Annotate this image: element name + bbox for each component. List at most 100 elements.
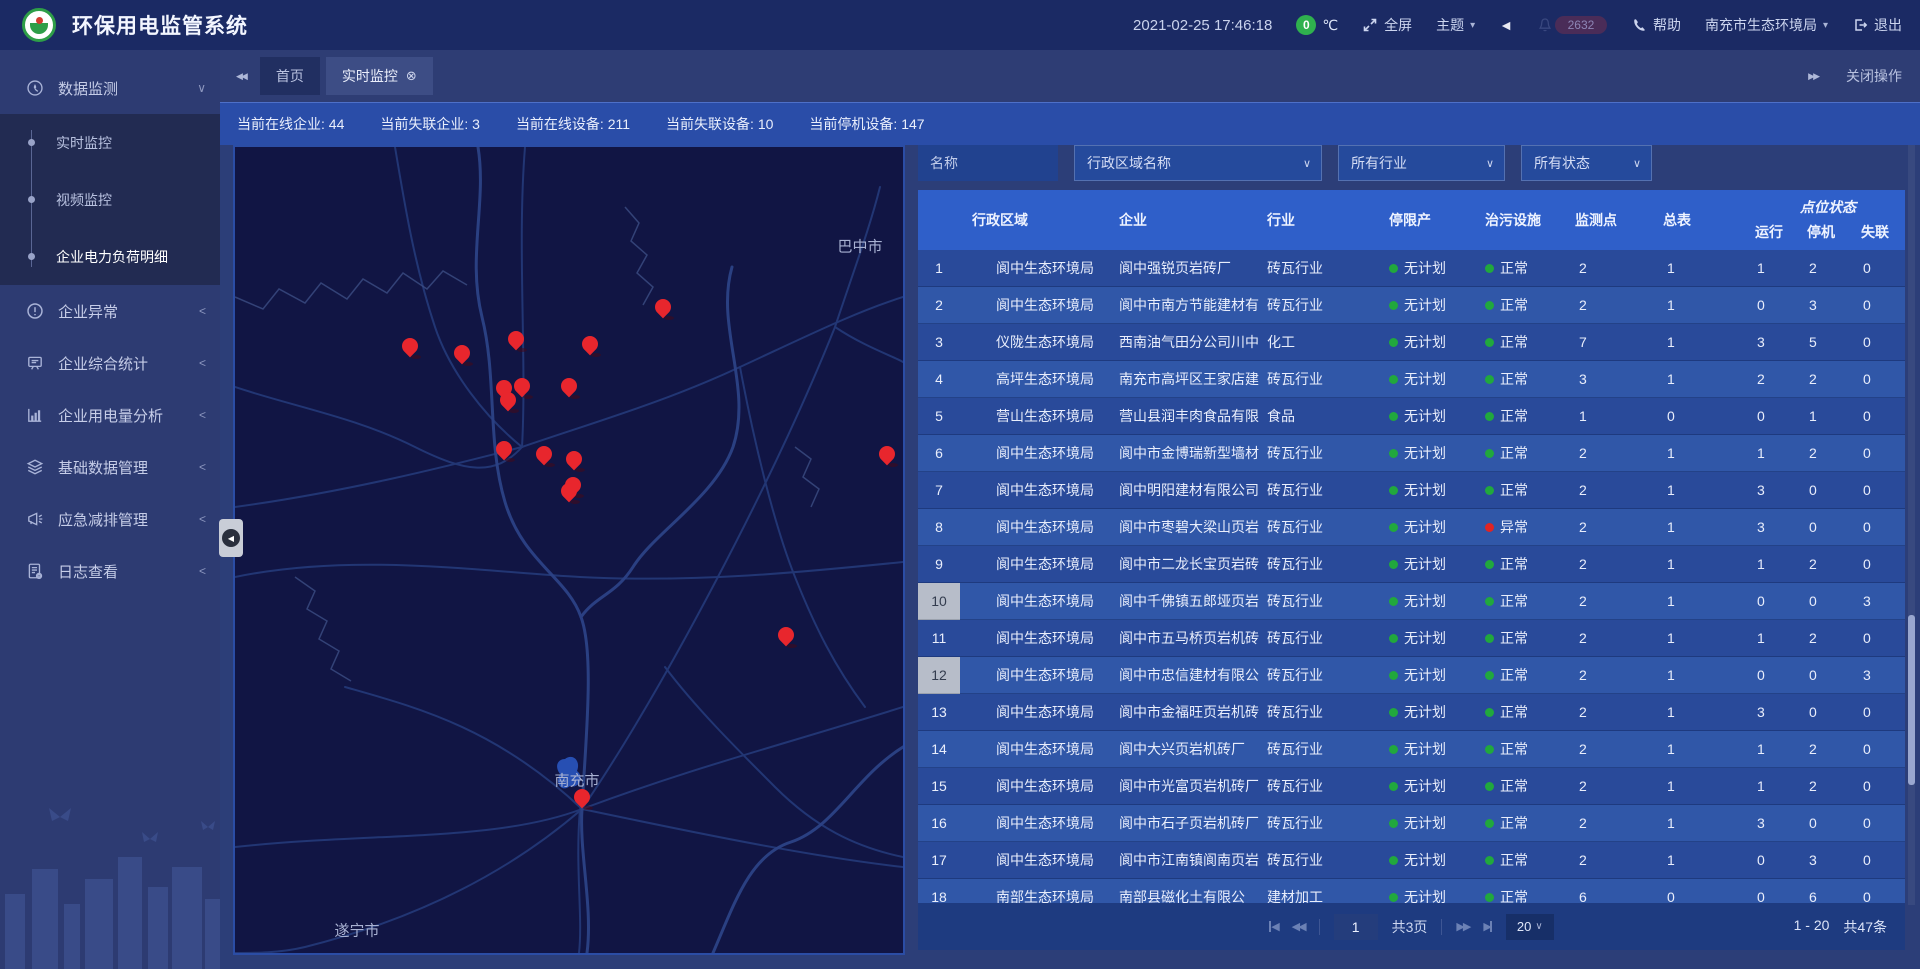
region-select[interactable]: 行政区域名称 ∨ [1074, 145, 1322, 181]
chevron-down-icon: ∨ [1303, 157, 1311, 170]
sidebar-item-日志查看[interactable]: 日志查看< [0, 545, 220, 597]
table-row[interactable]: 9阆中生态环境局阆中市二龙长宝页岩砖砖瓦行业无计划正常21120 [918, 546, 1905, 583]
first-page-button[interactable]: ◀ [1269, 920, 1277, 933]
theme-dropdown[interactable]: 主题 ▾ [1436, 15, 1475, 35]
fullscreen-button[interactable]: 全屏 [1362, 15, 1412, 35]
col-header-行业[interactable]: 行业 [1265, 190, 1385, 250]
cell-stop: 2 [1803, 731, 1855, 768]
help-button[interactable]: 帮助 [1631, 15, 1681, 35]
cell-stop: 0 [1803, 472, 1855, 509]
last-page-button[interactable]: ▶ [1483, 920, 1491, 933]
map-collapse-handle[interactable]: ◀ [219, 519, 243, 557]
prev-page-button[interactable]: ◀◀ [1292, 920, 1305, 933]
col-header-行政区域[interactable]: 行政区域 [960, 190, 1100, 250]
cell-status: 正常 [1485, 361, 1575, 398]
cell-stop: 2 [1803, 768, 1855, 805]
cell-number: 1 [1663, 805, 1751, 842]
col-header-总表[interactable]: 总表 [1663, 190, 1751, 250]
table-row[interactable]: 12阆中生态环境局阆中市忠信建材有限公砖瓦行业无计划正常21003 [918, 657, 1905, 694]
sidebar-subitem-视频监控[interactable]: 视频监控 [0, 171, 220, 228]
cell-run: 3 [1751, 472, 1803, 509]
sidebar-item-数据监测[interactable]: 数据监测∨ [0, 62, 220, 114]
table-row[interactable]: 4高坪生态环境局南充市高坪区王家店建砖瓦行业无计划正常31220 [918, 361, 1905, 398]
scrollbar-thumb[interactable] [1908, 615, 1915, 785]
cell-run: 1 [1751, 731, 1803, 768]
tab-close-icon[interactable]: ⊗ [406, 68, 417, 84]
cell-stop: 2 [1803, 546, 1855, 583]
table-row[interactable]: 1阆中生态环境局阆中强锐页岩砖厂砖瓦行业无计划正常21120 [918, 250, 1905, 287]
logout-button[interactable]: 退出 [1852, 15, 1902, 35]
col-header-失联[interactable]: 失联 [1855, 219, 1905, 245]
map-panel[interactable]: 巴中市南充市遂宁市 [233, 145, 905, 955]
sidebar-item-基础数据管理[interactable]: 基础数据管理< [0, 441, 220, 493]
close-operations-button[interactable]: 关闭操作 [1846, 66, 1902, 86]
table-row[interactable]: 17阆中生态环境局阆中市江南镇阆南页岩砖瓦行业无计划正常21030 [918, 842, 1905, 879]
page-size-select[interactable]: 20 ∨ [1506, 914, 1554, 940]
table-row[interactable]: 15阆中生态环境局阆中市光富页岩机砖厂砖瓦行业无计划正常21120 [918, 768, 1905, 805]
cell-number: 2 [1575, 287, 1663, 324]
tabs-scroll-right-icon[interactable]: ▶▶ [1808, 71, 1818, 82]
col-header-运行[interactable]: 运行 [1751, 219, 1803, 245]
table-row[interactable]: 2阆中生态环境局阆中市南方节能建材有砖瓦行业无计划正常21030 [918, 287, 1905, 324]
cell-text: 阆中市金福旺页岩机砖 [1100, 694, 1265, 731]
cell-run: 1 [1751, 768, 1803, 805]
cell-run: 0 [1751, 583, 1803, 620]
table-row[interactable]: 16阆中生态环境局阆中市石子页岩机砖厂砖瓦行业无计划正常21300 [918, 805, 1905, 842]
name-search-input[interactable] [918, 145, 1058, 181]
chevron-down-icon: ▾ [1470, 20, 1475, 31]
col-header-监测点[interactable]: 监测点 [1575, 190, 1663, 250]
cell-text: 砖瓦行业 [1265, 509, 1385, 546]
cell-number: 1 [1663, 324, 1751, 361]
map-pin-shadow [575, 468, 585, 472]
cell-text: 阆中生态环境局 [960, 620, 1100, 657]
cell-index: 10 [918, 583, 960, 620]
sidebar-item-企业综合统计[interactable]: 企业综合统计< [0, 337, 220, 389]
table-body: 1阆中生态环境局阆中强锐页岩砖厂砖瓦行业无计划正常211202阆中生态环境局阆中… [918, 250, 1905, 903]
industry-select[interactable]: 所有行业 ∨ [1338, 145, 1505, 181]
tab-实时监控[interactable]: 实时监控⊗ [326, 57, 433, 95]
sidebar-subitem-企业电力负荷明细[interactable]: 企业电力负荷明细 [0, 228, 220, 285]
table-row[interactable]: 3仪陇生态环境局西南油气田分公司川中化工无计划正常71350 [918, 324, 1905, 361]
table-row[interactable]: 11阆中生态环境局阆中市五马桥页岩机砖砖瓦行业无计划正常21120 [918, 620, 1905, 657]
tab-首页[interactable]: 首页 [260, 57, 320, 95]
alert-icon [26, 302, 44, 320]
status-text: 正常 [1500, 295, 1528, 315]
sidebar-item-企业用电量分析[interactable]: 企业用电量分析< [0, 389, 220, 441]
table-row[interactable]: 14阆中生态环境局阆中大兴页岩机砖厂砖瓦行业无计划正常21120 [918, 731, 1905, 768]
status-text: 正常 [1500, 850, 1528, 870]
table-row[interactable]: 10阆中生态环境局阆中千佛镇五郎垭页岩砖瓦行业无计划正常21003 [918, 583, 1905, 620]
sidebar-item-应急减排管理[interactable]: 应急减排管理< [0, 493, 220, 545]
col-header-治污设施[interactable]: 治污设施 [1485, 190, 1575, 250]
pagination-bar: ◀ ◀◀ 共3页 ▶▶ ▶ 20 ∨ 1 - 20 共47条 [918, 903, 1905, 950]
table-row[interactable]: 7阆中生态环境局阆中明阳建材有限公司砖瓦行业无计划正常21300 [918, 472, 1905, 509]
mute-speaker-icon[interactable]: ◄ [1499, 17, 1513, 33]
status-dot-icon [1485, 745, 1494, 754]
status-select[interactable]: 所有状态 ∨ [1521, 145, 1652, 181]
page-size-value: 20 [1517, 919, 1531, 934]
stat-当前失联企业: 当前失联企业: 3 [380, 114, 480, 134]
col-header-企业[interactable]: 企业 [1100, 190, 1265, 250]
sidebar-item-label: 基础数据管理 [58, 457, 148, 478]
tabs-scroll-left-icon[interactable]: ◀◀ [236, 71, 246, 82]
divider [1319, 919, 1320, 935]
sidebar-item-企业异常[interactable]: 企业异常< [0, 285, 220, 337]
next-page-button[interactable]: ▶▶ [1456, 920, 1469, 933]
cell-run: 2 [1751, 361, 1803, 398]
col-header-停限产[interactable]: 停限产 [1385, 190, 1485, 250]
org-dropdown[interactable]: 南充市生态环境局 ▾ [1705, 15, 1828, 35]
cell-number: 2 [1575, 472, 1663, 509]
map-pin-shadow [570, 395, 580, 399]
cell-lost: 0 [1855, 546, 1905, 583]
table-row[interactable]: 13阆中生态环境局阆中市金福旺页岩机砖砖瓦行业无计划正常21300 [918, 694, 1905, 731]
table-row[interactable]: 8阆中生态环境局阆中市枣碧大梁山页岩砖瓦行业无计划异常21300 [918, 509, 1905, 546]
notifications[interactable]: 2632 [1537, 16, 1607, 34]
status-text: 无计划 [1404, 850, 1446, 870]
cell-text: 仪陇生态环境局 [960, 324, 1100, 361]
cell-index: 1 [918, 250, 960, 287]
table-row[interactable]: 5营山生态环境局营山县润丰肉食品有限食品无计划正常10010 [918, 398, 1905, 435]
sidebar-subitem-实时监控[interactable]: 实时监控 [0, 114, 220, 171]
table-row[interactable]: 6阆中生态环境局阆中市金博瑞新型墙材砖瓦行业无计划正常21120 [918, 435, 1905, 472]
table-row[interactable]: 18南部生态环境局南部县磁化土有限公建材加工无计划正常60060 [918, 879, 1905, 903]
col-header-停机[interactable]: 停机 [1803, 219, 1855, 245]
page-number-input[interactable] [1334, 914, 1378, 940]
